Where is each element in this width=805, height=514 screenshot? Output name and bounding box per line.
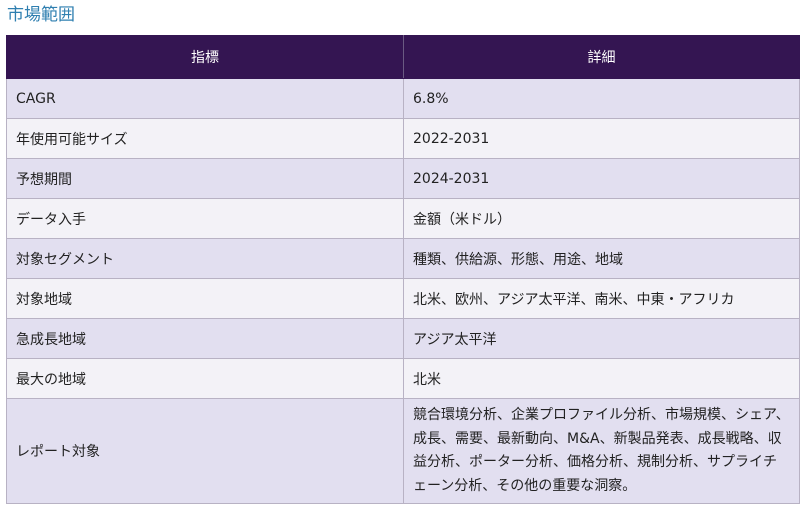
table-row: 最大の地域 北米: [6, 358, 800, 399]
table-row: CAGR 6.8%: [6, 78, 800, 119]
table-row: 予想期間 2024-2031: [6, 158, 800, 199]
table-row: データ入手 金額（米ドル）: [6, 198, 800, 239]
table-row: 対象セグメント 種類、供給源、形態、用途、地域: [6, 238, 800, 279]
metric-cell: 対象セグメント: [6, 238, 404, 279]
metric-cell: レポート対象: [6, 398, 404, 504]
page-title: 市場範囲: [7, 5, 75, 25]
table-row: 年使用可能サイズ 2022-2031: [6, 118, 800, 159]
detail-cell: アジア太平洋: [403, 318, 800, 359]
header-metric: 指標: [6, 35, 404, 79]
detail-cell: 金額（米ドル）: [403, 198, 800, 239]
detail-cell: 北米、欧州、アジア太平洋、南米、中東・アフリカ: [403, 278, 800, 319]
metric-cell: 予想期間: [6, 158, 404, 199]
table-row: 急成長地域 アジア太平洋: [6, 318, 800, 359]
metric-cell: 年使用可能サイズ: [6, 118, 404, 159]
metric-cell: データ入手: [6, 198, 404, 239]
detail-cell: 2022-2031: [403, 118, 800, 159]
table-row: 対象地域 北米、欧州、アジア太平洋、南米、中東・アフリカ: [6, 278, 800, 319]
header-detail: 詳細: [403, 35, 800, 79]
metric-cell: 急成長地域: [6, 318, 404, 359]
table-header-row: 指標 詳細: [6, 35, 800, 79]
detail-cell: 6.8%: [403, 78, 800, 119]
detail-cell: 2024-2031: [403, 158, 800, 199]
metric-cell: CAGR: [6, 78, 404, 119]
detail-cell: 種類、供給源、形態、用途、地域: [403, 238, 800, 279]
market-scope-table: 指標 詳細 CAGR 6.8% 年使用可能サイズ 2022-2031 予想期間 …: [6, 35, 800, 504]
metric-cell: 対象地域: [6, 278, 404, 319]
table-row: レポート対象 競合環境分析、企業プロファイル分析、市場規模、シェア、成長、需要、…: [6, 398, 800, 504]
detail-cell: 競合環境分析、企業プロファイル分析、市場規模、シェア、成長、需要、最新動向、M&…: [403, 398, 800, 504]
detail-cell: 北米: [403, 358, 800, 399]
metric-cell: 最大の地域: [6, 358, 404, 399]
